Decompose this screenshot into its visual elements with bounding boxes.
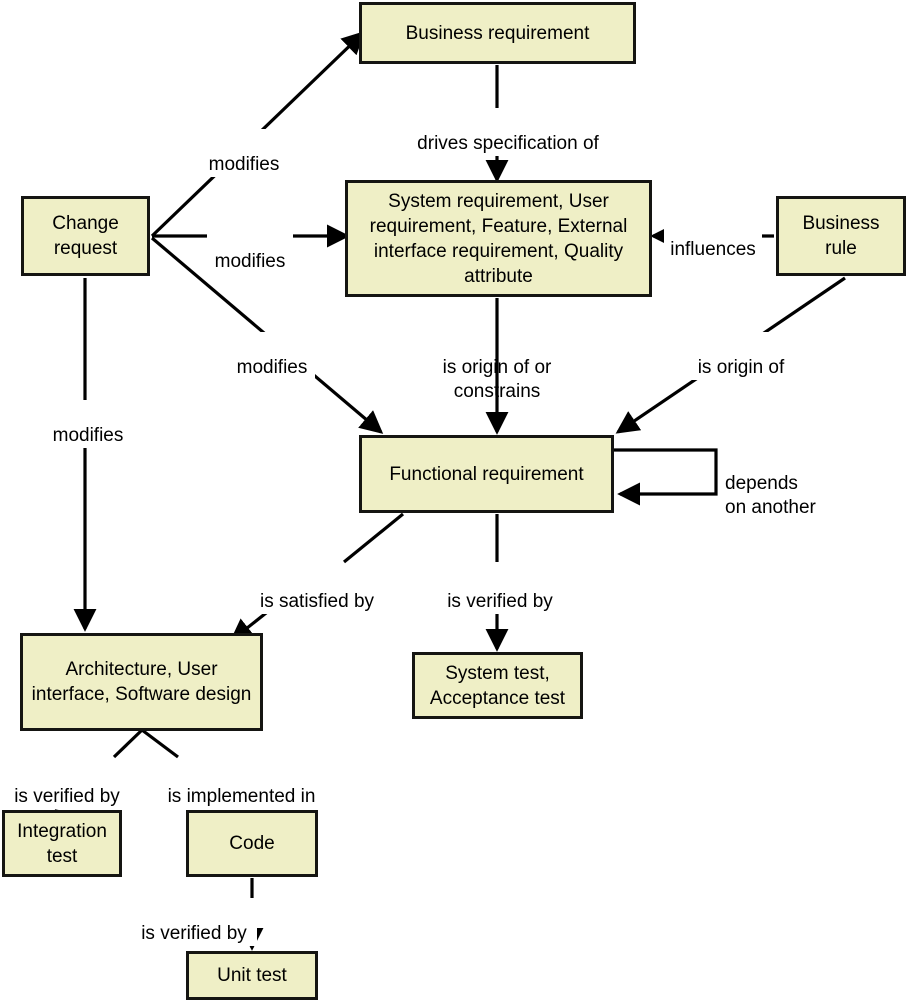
node-system-test-label: System test, Acceptance test <box>429 662 566 709</box>
edge-label-text: is verified by <box>14 786 120 807</box>
edge-label-text: is origin of or constrains <box>442 357 552 402</box>
edge-label-is-verified-by-integration-test: is verified by <box>3 761 131 809</box>
edge-label-text: modifies <box>52 425 124 446</box>
node-change-request[interactable]: Change request <box>21 196 150 276</box>
node-unit-test-label: Unit test <box>217 965 287 986</box>
node-business-requirement-label: Business requirement <box>405 22 590 44</box>
node-change-request-label: Change request <box>52 213 119 259</box>
edge-label-text: drives specification of <box>417 133 599 154</box>
edge-label-modifies-business-requirement: modifies <box>203 129 285 177</box>
edge-label-is-satisfied-by: is satisfied by <box>249 566 385 614</box>
edge-architecture-to-integration-test-segment1 <box>112 728 144 759</box>
node-integration-test-label: Integration test <box>17 820 107 867</box>
edge-label-modifies-system-requirement: modifies <box>207 226 293 274</box>
node-functional-requirement[interactable]: Functional requirement <box>359 435 614 513</box>
edge-label-is-verified-by-unit-test: is verified by <box>131 898 257 946</box>
edge-label-text: is verified by <box>447 591 553 612</box>
edge-label-text: is verified by <box>141 923 247 944</box>
edge-label-text: depends on another <box>725 473 816 518</box>
edge-label-text: modifies <box>214 251 286 272</box>
edge-label-modifies-functional-requirement: modifies <box>229 332 315 380</box>
edge-label-text: is implemented in <box>167 786 316 807</box>
edge-architecture-to-code-segment1 <box>141 728 179 759</box>
edge-label-text: modifies <box>208 154 280 175</box>
edge-label-is-origin-of-or-constrains: is origin of or constrains <box>417 332 577 404</box>
node-business-requirement[interactable]: Business requirement <box>359 2 636 64</box>
node-architecture-label: Architecture, User interface, Software d… <box>31 659 252 705</box>
node-integration-test[interactable]: Integration test <box>2 810 122 877</box>
node-code-label: Code <box>229 833 275 854</box>
edge-functional-requirement-self-loop <box>613 448 718 506</box>
node-functional-requirement-label: Functional requirement <box>389 463 584 485</box>
edge-label-modifies-architecture: modifies <box>45 400 131 448</box>
node-system-requirement-label: System requirement, User requirement, Fe… <box>369 190 628 287</box>
edge-label-text: is origin of <box>697 357 785 378</box>
edge-label-text: is satisfied by <box>259 591 375 612</box>
node-unit-test[interactable]: Unit test <box>186 951 318 1000</box>
node-business-rule-label: Business rule <box>802 213 880 259</box>
edge-label-depends-on-another: depends on another <box>722 448 838 520</box>
node-system-requirement[interactable]: System requirement, User requirement, Fe… <box>345 180 652 297</box>
edge-label-drives-specification-of: drives specification of <box>406 108 610 156</box>
node-code[interactable]: Code <box>186 810 318 877</box>
edge-label-is-verified-by-system-test: is verified by <box>437 566 563 614</box>
edge-label-influences: influences <box>664 214 762 262</box>
diagram-canvas: Business requirement Change request Syst… <box>0 0 908 1000</box>
edge-functional-requirement-to-architecture <box>342 512 405 564</box>
node-architecture[interactable]: Architecture, User interface, Software d… <box>20 633 263 731</box>
node-business-rule[interactable]: Business rule <box>776 196 906 276</box>
node-system-test[interactable]: System test, Acceptance test <box>412 652 583 719</box>
edge-label-is-implemented-in: is implemented in <box>160 761 323 809</box>
edge-label-text: modifies <box>236 357 308 378</box>
edge-label-is-origin-of: is origin of <box>688 332 794 380</box>
edge-label-text: influences <box>670 239 756 260</box>
